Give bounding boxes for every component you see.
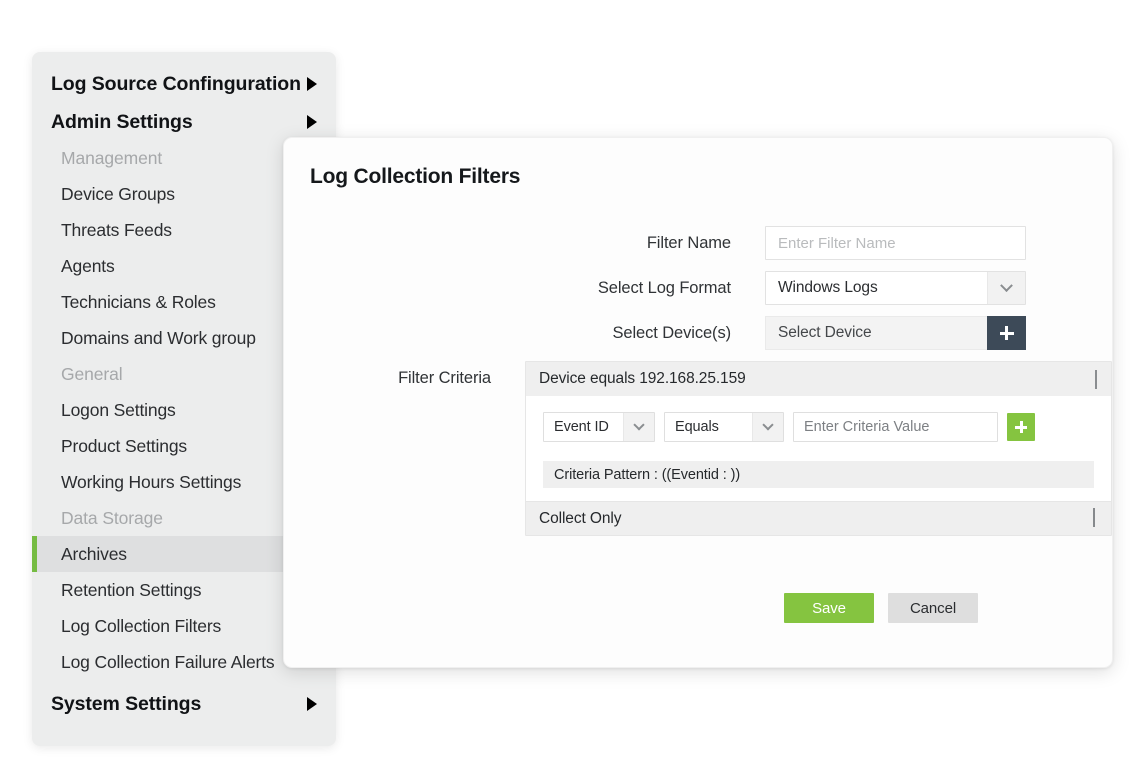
filter-form: Filter Name Select Log Format Windows Lo… bbox=[284, 226, 1112, 547]
dialog-footer: Save Cancel bbox=[784, 593, 978, 623]
criteria-row: Event ID Equals bbox=[526, 412, 1111, 442]
sidebar-group-system-settings[interactable]: System Settings bbox=[32, 686, 336, 722]
sidebar-section-label: Data Storage bbox=[61, 508, 163, 529]
sidebar-item-label: Product Settings bbox=[61, 436, 187, 457]
criteria-pattern-text: Criteria Pattern : ((Eventid : )) bbox=[554, 467, 740, 483]
dialog-title: Log Collection Filters bbox=[310, 165, 520, 189]
criteria-pattern-bar: Criteria Pattern : ((Eventid : )) bbox=[543, 461, 1094, 488]
filter-name-control bbox=[765, 226, 1026, 260]
sidebar-group-label: Log Source Confinguration bbox=[51, 73, 301, 96]
criteria-panel: Device equals 192.168.25.159 Event ID bbox=[525, 361, 1112, 536]
criteria-accordion-header[interactable]: Device equals 192.168.25.159 bbox=[526, 362, 1111, 396]
select-device-input[interactable]: Select Device bbox=[765, 316, 987, 350]
sidebar-group-label: Admin Settings bbox=[51, 111, 193, 134]
triangle-right-icon bbox=[307, 697, 317, 711]
triangle-right-icon bbox=[307, 115, 317, 129]
plus-icon bbox=[1000, 326, 1014, 340]
sidebar-item-label: Technicians & Roles bbox=[61, 292, 216, 313]
app-screen: Log Source Confinguration Admin Settings… bbox=[0, 0, 1146, 783]
add-criteria-button[interactable] bbox=[1007, 413, 1035, 441]
sidebar-item-label: Working Hours Settings bbox=[61, 472, 241, 493]
criteria-value-input[interactable] bbox=[793, 412, 998, 442]
log-format-value: Windows Logs bbox=[766, 279, 987, 297]
sidebar-section-label: Management bbox=[61, 148, 162, 169]
form-row-log-format: Select Log Format Windows Logs bbox=[284, 271, 1112, 305]
form-row-select-devices: Select Device(s) Select Device bbox=[284, 316, 1112, 350]
filter-name-label: Filter Name bbox=[284, 226, 765, 260]
triangle-right-icon bbox=[307, 77, 317, 91]
filter-name-input[interactable] bbox=[765, 226, 1026, 260]
sidebar-item-label: Retention Settings bbox=[61, 580, 201, 601]
add-device-button[interactable] bbox=[987, 316, 1026, 350]
criteria-operator-value: Equals bbox=[665, 419, 752, 435]
sidebar-item-label: Archives bbox=[61, 544, 127, 565]
cancel-button[interactable]: Cancel bbox=[888, 593, 978, 623]
filter-criteria-label: Filter Criteria bbox=[284, 361, 525, 395]
criteria-operator-select[interactable]: Equals bbox=[664, 412, 784, 442]
chevron-down-icon[interactable] bbox=[752, 413, 783, 441]
sidebar-group-log-source-configuration[interactable]: Log Source Confinguration bbox=[32, 66, 336, 102]
sidebar-group-admin-settings[interactable]: Admin Settings bbox=[32, 104, 336, 140]
criteria-body: Event ID Equals bbox=[526, 396, 1111, 501]
sidebar-item-label: Logon Settings bbox=[61, 400, 176, 421]
select-devices-control: Select Device bbox=[765, 316, 1026, 350]
plus-icon bbox=[1015, 421, 1027, 433]
select-devices-label: Select Device(s) bbox=[284, 316, 765, 350]
sidebar-item-label: Threats Feeds bbox=[61, 220, 172, 241]
log-format-control: Windows Logs bbox=[765, 271, 1026, 305]
save-button[interactable]: Save bbox=[784, 593, 874, 623]
chevron-down-icon[interactable] bbox=[987, 272, 1025, 304]
chevron-right-icon[interactable] bbox=[1093, 510, 1095, 528]
chevron-down-icon[interactable] bbox=[1095, 370, 1097, 388]
chevron-down-icon[interactable] bbox=[623, 413, 654, 441]
sidebar-item-label: Domains and Work group bbox=[61, 328, 256, 349]
collect-only-label: Collect Only bbox=[539, 510, 621, 528]
form-row-filter-name: Filter Name bbox=[284, 226, 1112, 260]
criteria-header-text: Device equals 192.168.25.159 bbox=[539, 370, 746, 388]
sidebar-item-label: Agents bbox=[61, 256, 115, 277]
sidebar-item-label: Device Groups bbox=[61, 184, 175, 205]
sidebar-item-label: Log Collection Failure Alerts bbox=[61, 652, 275, 673]
log-collection-filters-dialog: Log Collection Filters Filter Name Selec… bbox=[283, 137, 1113, 668]
log-format-label: Select Log Format bbox=[284, 271, 765, 305]
form-row-filter-criteria: Filter Criteria Device equals 192.168.25… bbox=[284, 361, 1112, 536]
filter-criteria-control: Device equals 192.168.25.159 Event ID bbox=[525, 361, 1112, 536]
select-devices-group: Select Device bbox=[765, 316, 1026, 350]
sidebar-item-label: Log Collection Filters bbox=[61, 616, 221, 637]
collect-only-accordion[interactable]: Collect Only bbox=[526, 501, 1111, 535]
criteria-field-value: Event ID bbox=[544, 419, 623, 435]
sidebar-group-label: System Settings bbox=[51, 693, 201, 716]
criteria-field-select[interactable]: Event ID bbox=[543, 412, 655, 442]
sidebar-section-label: General bbox=[61, 364, 123, 385]
log-format-select[interactable]: Windows Logs bbox=[765, 271, 1026, 305]
